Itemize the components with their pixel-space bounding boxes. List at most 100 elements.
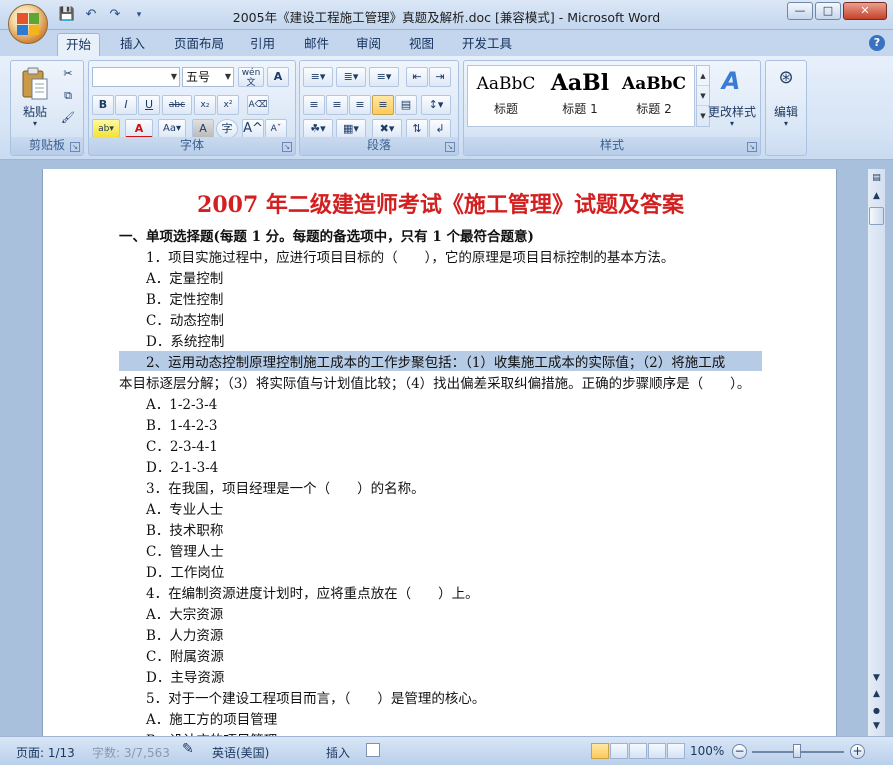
clear-formatting-button[interactable]: A⌫ bbox=[247, 95, 269, 115]
justify-button[interactable]: ≡ bbox=[372, 95, 394, 115]
highlight-button[interactable]: ab▾ bbox=[92, 119, 120, 139]
shrink-font-button[interactable]: Aˇ bbox=[265, 119, 287, 139]
tab-home[interactable]: 开始 bbox=[57, 33, 101, 56]
scroll-down-icon[interactable]: ▼ bbox=[869, 671, 884, 686]
insert-mode[interactable]: 插入 bbox=[326, 744, 350, 761]
styles-launcher-icon[interactable]: ↘ bbox=[747, 142, 757, 152]
find-binoculars-icon[interactable]: ⊛ bbox=[770, 67, 802, 88]
font-size-combo[interactable]: 五号 ▼ bbox=[182, 67, 234, 87]
align-left-button[interactable]: ≡ bbox=[303, 95, 325, 115]
change-styles-button[interactable]: 更改样式 bbox=[702, 103, 762, 120]
document-line: C．管理人士 bbox=[146, 544, 224, 560]
change-styles-icon[interactable]: A bbox=[714, 67, 748, 95]
language-indicator[interactable]: 英语(美国) bbox=[212, 744, 269, 761]
line-spacing-button[interactable]: ↕▾ bbox=[421, 95, 451, 115]
enclose-characters-button[interactable]: 字 bbox=[216, 119, 238, 139]
distributed-button[interactable]: ▤ bbox=[395, 95, 417, 115]
print-layout-view-button[interactable] bbox=[591, 743, 609, 759]
tab-view[interactable]: 视图 bbox=[401, 33, 442, 56]
scroll-up-icon[interactable]: ▲ bbox=[869, 189, 884, 204]
numbering-button[interactable]: ≣▾ bbox=[336, 67, 366, 87]
page-number[interactable]: 页面: 1/13 bbox=[16, 744, 75, 761]
styles-group-label: 样式 bbox=[464, 137, 760, 155]
scroll-thumb[interactable] bbox=[869, 207, 884, 225]
style-heading-1[interactable]: AaBl 标题 1 bbox=[546, 68, 614, 124]
document-line: B．设计方的项目管理 bbox=[146, 729, 277, 736]
paste-dropdown-icon[interactable]: ▾ bbox=[17, 119, 53, 128]
phonetic-guide-button[interactable]: wén 文 bbox=[238, 67, 264, 88]
select-browse-object-icon[interactable]: ● bbox=[869, 703, 884, 718]
ribbon-tabs: 开始 插入 页面布局 引用 邮件 审阅 视图 开发工具 ? bbox=[0, 30, 893, 56]
zoom-level[interactable]: 100% bbox=[690, 744, 724, 758]
copy-icon[interactable]: ⧉ bbox=[57, 87, 79, 107]
document-line: C．动态控制 bbox=[146, 313, 224, 329]
superscript-button[interactable]: x² bbox=[217, 95, 239, 115]
font-color-button[interactable]: A bbox=[125, 119, 153, 139]
close-button[interactable]: ✕ bbox=[843, 2, 887, 20]
grow-font-button[interactable]: A^ bbox=[242, 119, 264, 139]
document-page[interactable]: 2007 年二级建造师考试《施工管理》试题及答案 一、单项选择题(每题 1 分。… bbox=[42, 169, 837, 736]
previous-page-icon[interactable]: ▲ bbox=[869, 687, 884, 702]
help-icon[interactable]: ? bbox=[869, 35, 885, 51]
show-marks-button[interactable]: ↲ bbox=[429, 119, 451, 139]
font-size-value: 五号 bbox=[186, 70, 211, 84]
font-launcher-icon[interactable]: ↘ bbox=[282, 142, 292, 152]
macro-record-icon[interactable] bbox=[366, 743, 380, 757]
next-page-icon[interactable]: ▼ bbox=[869, 719, 884, 734]
zoom-slider-thumb[interactable] bbox=[793, 744, 801, 758]
font-name-combo[interactable]: ▼ bbox=[92, 67, 180, 87]
tab-mailings[interactable]: 邮件 bbox=[296, 33, 337, 56]
full-screen-reading-button[interactable] bbox=[610, 743, 628, 759]
word-count[interactable]: 字数: 3/7,563 bbox=[92, 744, 170, 761]
underline-button[interactable]: U bbox=[138, 95, 160, 115]
tab-references[interactable]: 引用 bbox=[242, 33, 283, 56]
subscript-button[interactable]: x₂ bbox=[194, 95, 216, 115]
office-button[interactable] bbox=[8, 4, 48, 44]
tab-review[interactable]: 审阅 bbox=[348, 33, 389, 56]
maximize-button[interactable]: □ bbox=[815, 2, 841, 20]
window-controls: — □ ✕ bbox=[787, 2, 887, 20]
tab-developer[interactable]: 开发工具 bbox=[454, 33, 520, 56]
editing-button[interactable]: 编辑 bbox=[768, 103, 804, 120]
style-title[interactable]: AaBbC 标题 bbox=[472, 68, 540, 124]
bullets-button[interactable]: ≡▾ bbox=[303, 67, 333, 87]
change-case-button[interactable]: Aa▾ bbox=[158, 119, 186, 139]
borders-button[interactable]: ▦▾ bbox=[336, 119, 366, 139]
document-line: A．大宗资源 bbox=[146, 607, 224, 623]
cut-icon[interactable]: ✂ bbox=[57, 65, 79, 85]
vertical-scrollbar[interactable]: ▤ ▲ ▼ ▲ ● ▼ bbox=[867, 169, 885, 736]
proofing-icon[interactable]: ✎ bbox=[182, 741, 194, 757]
strikethrough-button[interactable]: abc bbox=[162, 95, 192, 115]
character-shading-button[interactable]: A bbox=[192, 119, 214, 139]
decrease-indent-button[interactable]: ⇤ bbox=[406, 67, 428, 87]
draft-view-button[interactable] bbox=[667, 743, 685, 759]
tab-insert[interactable]: 插入 bbox=[112, 33, 153, 56]
align-right-button[interactable]: ≡ bbox=[349, 95, 371, 115]
paste-icon[interactable] bbox=[21, 67, 49, 101]
increase-indent-button[interactable]: ⇥ bbox=[429, 67, 451, 87]
scroll-up-icon[interactable]: ▲ bbox=[697, 66, 709, 86]
zoom-in-button[interactable]: + bbox=[850, 744, 865, 759]
window-title: 2005年《建设工程施工管理》真题及解析.doc [兼容模式] - Micros… bbox=[232, 10, 661, 25]
italic-button[interactable]: I bbox=[115, 95, 137, 115]
sort-button[interactable]: ⇅ bbox=[406, 119, 428, 139]
style-heading-2[interactable]: AaBbC 标题 2 bbox=[620, 68, 688, 124]
format-painter-icon[interactable]: 🖌 bbox=[57, 109, 79, 129]
chinese-layout-button[interactable]: ✖▾ bbox=[372, 119, 402, 139]
minimize-button[interactable]: — bbox=[787, 2, 813, 20]
align-center-button[interactable]: ≡ bbox=[326, 95, 348, 115]
zoom-out-button[interactable]: − bbox=[732, 744, 747, 759]
shading-button[interactable]: ☘▾ bbox=[303, 119, 333, 139]
bold-button[interactable]: B bbox=[92, 95, 114, 115]
document-line: B．人力资源 bbox=[146, 628, 224, 644]
tab-page-layout[interactable]: 页面布局 bbox=[166, 33, 232, 56]
multilevel-list-button[interactable]: ≡▾ bbox=[369, 67, 399, 87]
document-line: 1．项目实施过程中，应进行项目目标的（ ），它的原理是项目目标控制的基本方法。 bbox=[146, 250, 675, 266]
paragraph-launcher-icon[interactable]: ↘ bbox=[445, 142, 455, 152]
outline-view-button[interactable] bbox=[648, 743, 666, 759]
web-layout-button[interactable] bbox=[629, 743, 647, 759]
clipboard-launcher-icon[interactable]: ↘ bbox=[70, 142, 80, 152]
ruler-toggle-icon[interactable]: ▤ bbox=[869, 171, 884, 186]
character-border-button[interactable]: A bbox=[267, 67, 289, 87]
paste-button-label[interactable]: 粘贴 bbox=[17, 103, 53, 120]
